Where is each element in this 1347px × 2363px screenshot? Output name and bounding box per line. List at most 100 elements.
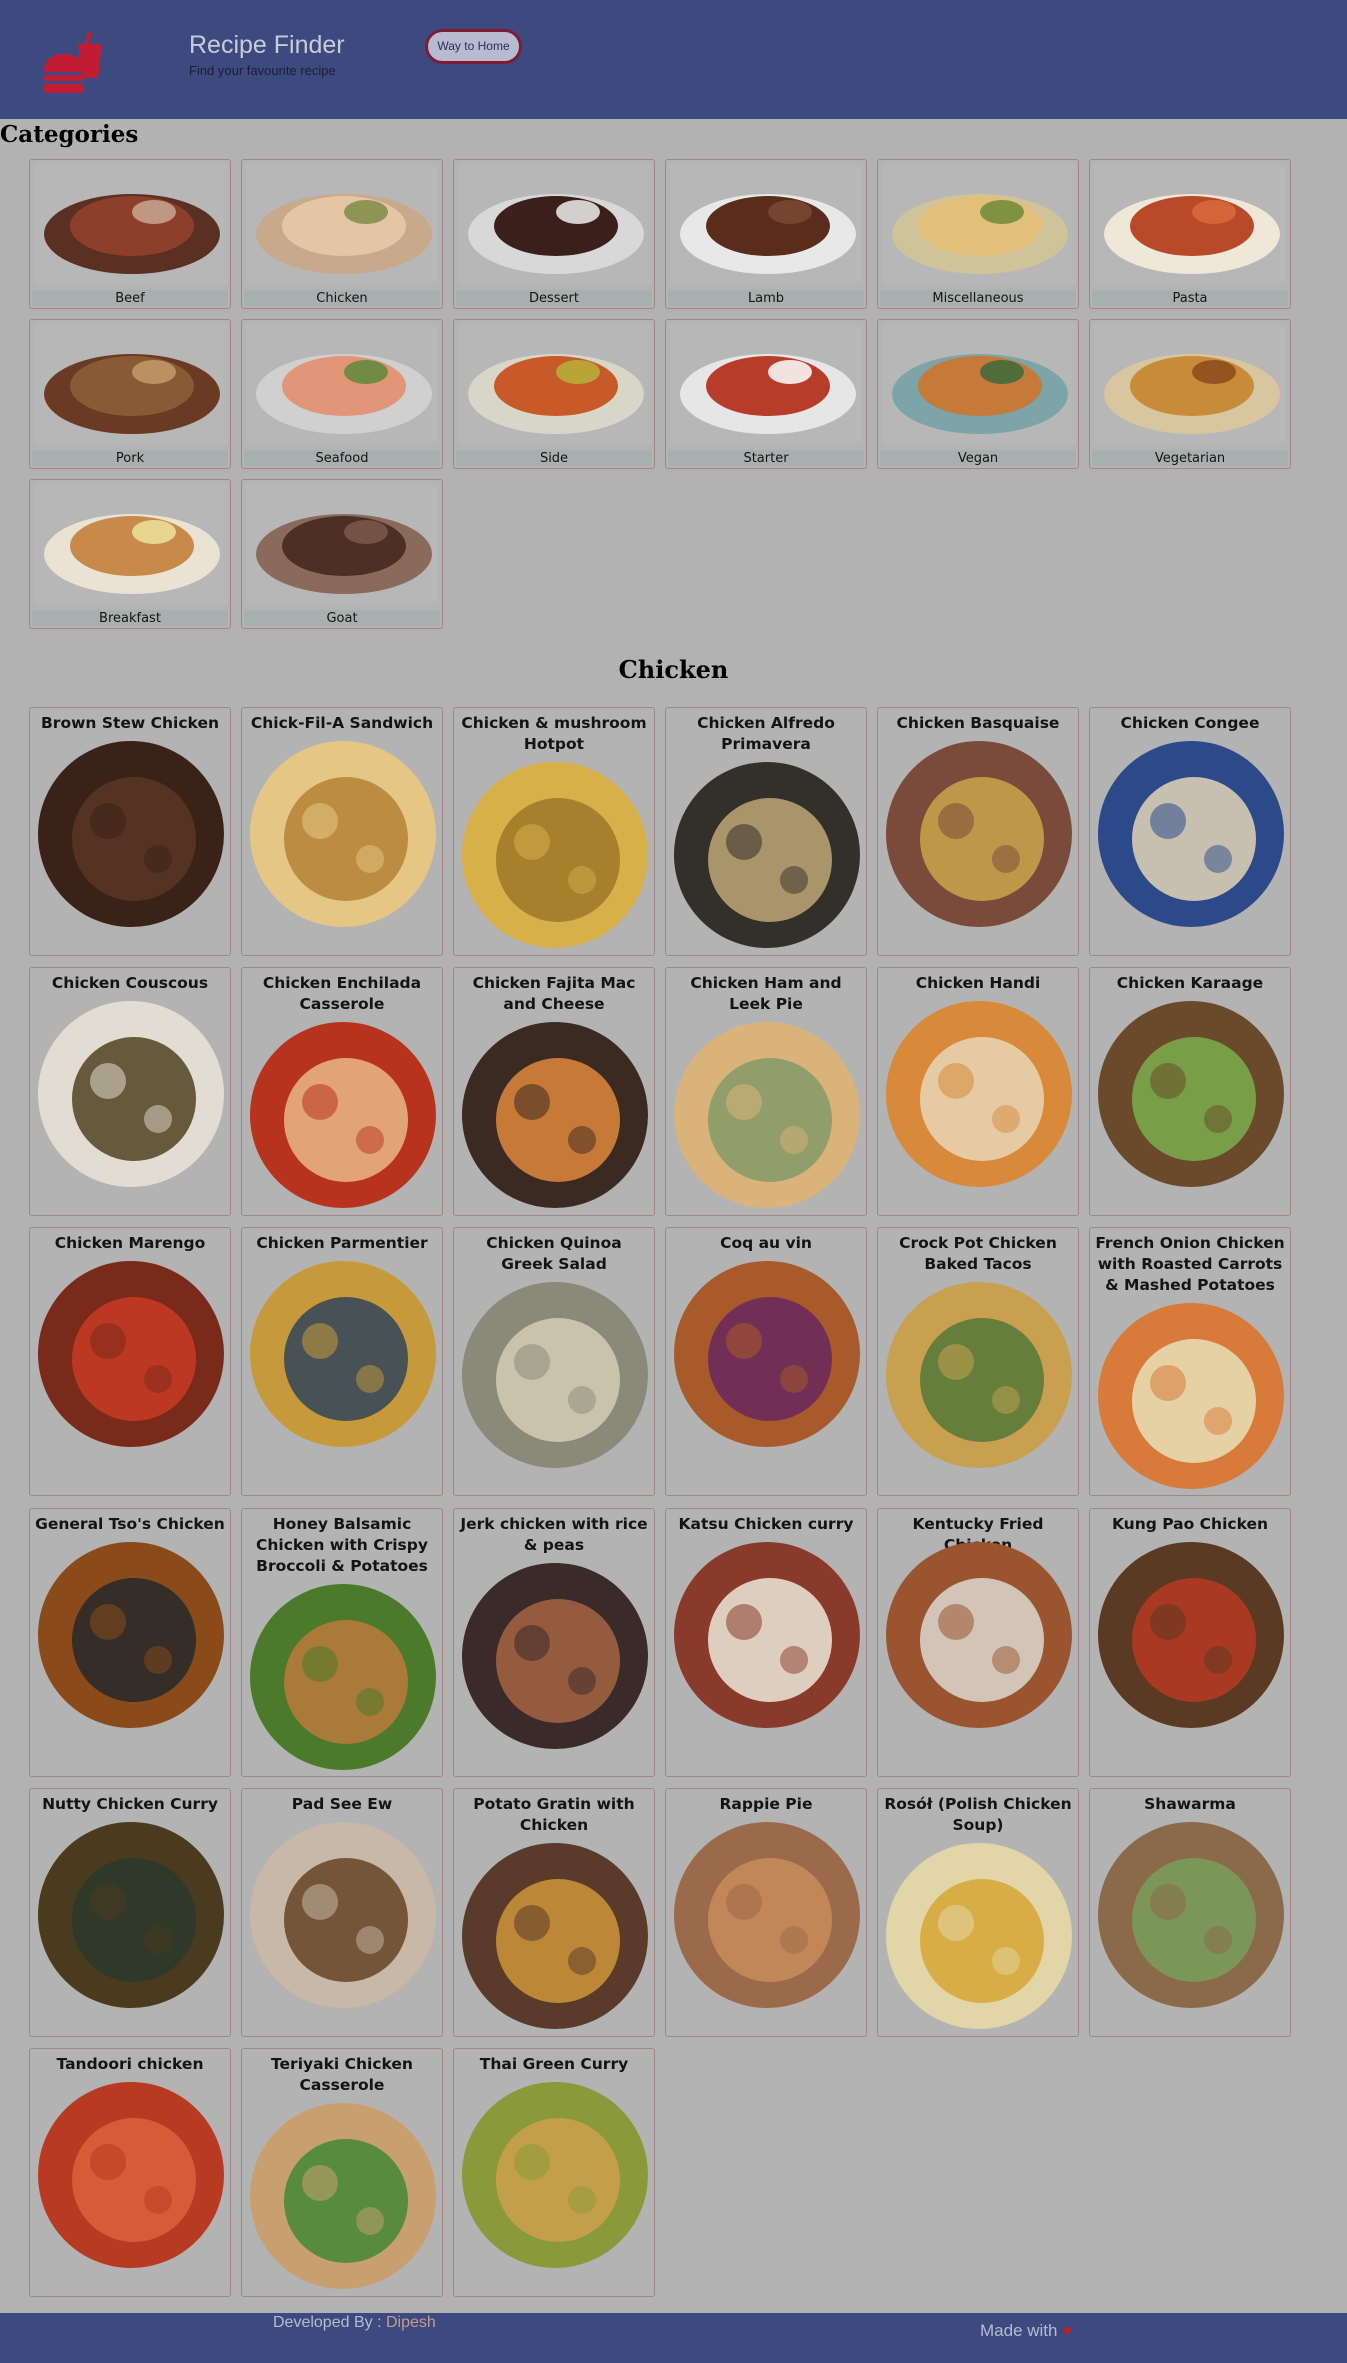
- meal-name: Rappie Pie: [719, 1795, 813, 1813]
- home-button[interactable]: Way to Home: [425, 29, 522, 64]
- meal-card[interactable]: Chick-Fil-A Sandwich: [241, 707, 443, 956]
- category-label: Chicken: [316, 291, 368, 306]
- meal-name: Jerk chicken with rice & peas: [460, 1515, 648, 1554]
- category-card[interactable]: Dessert: [453, 159, 655, 309]
- meal-card[interactable]: Thai Green Curry: [453, 2048, 655, 2297]
- category-card[interactable]: Lamb: [665, 159, 867, 309]
- category-card[interactable]: Side: [453, 319, 655, 469]
- meal-card[interactable]: Potato Gratin with Chicken: [453, 1788, 655, 2037]
- category-card[interactable]: Vegetarian: [1089, 319, 1291, 469]
- meal-card[interactable]: Chicken Handi: [877, 967, 1079, 1216]
- meal-name: Chicken Marengo: [54, 1234, 206, 1252]
- meal-image: [250, 1584, 436, 1770]
- meal-card[interactable]: Chicken Fajita Mac and Cheese: [453, 967, 655, 1216]
- category-card[interactable]: Breakfast: [29, 479, 231, 629]
- meal-name: Chicken Enchilada Casserole: [262, 974, 422, 1013]
- category-image: [670, 324, 863, 444]
- meal-card[interactable]: Chicken Quinoa Greek Salad: [453, 1227, 655, 1496]
- meal-card[interactable]: Chicken & mushroom Hotpot: [453, 707, 655, 956]
- meal-card[interactable]: French Onion Chicken with Roasted Carrot…: [1089, 1227, 1291, 1496]
- category-card[interactable]: Goat: [241, 479, 443, 629]
- meal-card[interactable]: Nutty Chicken Curry: [29, 1788, 231, 2037]
- category-card[interactable]: Chicken: [241, 159, 443, 309]
- category-image: [34, 324, 227, 444]
- meal-card[interactable]: Chicken Enchilada Casserole: [241, 967, 443, 1216]
- meal-card[interactable]: Chicken Parmentier: [241, 1227, 443, 1496]
- meal-image: [38, 2082, 224, 2268]
- meal-image: [38, 741, 224, 927]
- category-card[interactable]: Vegan: [877, 319, 1079, 469]
- meal-card[interactable]: Kung Pao Chicken: [1089, 1508, 1291, 1777]
- category-card[interactable]: Miscellaneous: [877, 159, 1079, 309]
- meal-name: Chicken Alfredo Primavera: [697, 714, 835, 753]
- meal-name: Chicken Ham and Leek Pie: [690, 974, 842, 1013]
- meal-card[interactable]: Chicken Ham and Leek Pie: [665, 967, 867, 1216]
- meal-image: [674, 1822, 860, 2008]
- category-card[interactable]: Beef: [29, 159, 231, 309]
- category-image: [882, 324, 1075, 444]
- categories-heading: Categories: [0, 121, 139, 148]
- made-with-label: Made with: [980, 2321, 1058, 2340]
- category-label: Dessert: [529, 291, 579, 306]
- meal-card[interactable]: Chicken Basquaise: [877, 707, 1079, 956]
- meal-image: [886, 1001, 1072, 1187]
- meal-image: [462, 1282, 648, 1468]
- meal-card[interactable]: Brown Stew Chicken: [29, 707, 231, 956]
- meal-card[interactable]: Chicken Congee: [1089, 707, 1291, 956]
- meal-card[interactable]: Rappie Pie: [665, 1788, 867, 2037]
- meal-name: Chicken Quinoa Greek Salad: [486, 1234, 622, 1273]
- meal-name: Chicken Couscous: [51, 974, 209, 992]
- meal-image: [886, 1282, 1072, 1468]
- meal-name: Chicken Parmentier: [256, 1234, 428, 1252]
- category-image: [882, 164, 1075, 284]
- category-card[interactable]: Pasta: [1089, 159, 1291, 309]
- category-label: Pork: [115, 451, 145, 466]
- meal-name: Brown Stew Chicken: [40, 714, 219, 732]
- meal-image: [462, 2082, 648, 2268]
- category-label: Beef: [115, 291, 145, 306]
- meal-card[interactable]: Pad See Ew: [241, 1788, 443, 2037]
- meal-image: [462, 1022, 648, 1208]
- category-card[interactable]: Starter: [665, 319, 867, 469]
- meal-name: Chicken Congee: [1120, 714, 1260, 732]
- category-label: Lamb: [747, 291, 785, 306]
- meal-card[interactable]: Kentucky Fried Chicken: [877, 1508, 1079, 1777]
- app-subtitle: Find your favourite recipe: [189, 63, 336, 78]
- meal-image: [250, 1022, 436, 1208]
- meal-card[interactable]: Chicken Karaage: [1089, 967, 1291, 1216]
- category-label: Vegan: [957, 451, 999, 466]
- meal-card[interactable]: Teriyaki Chicken Casserole: [241, 2048, 443, 2297]
- meal-card[interactable]: Katsu Chicken curry: [665, 1508, 867, 1777]
- made-with-note: Made with ♥: [980, 2321, 1072, 2341]
- meal-image: [38, 1261, 224, 1447]
- meal-image: [1098, 1001, 1284, 1187]
- category-label: Miscellaneous: [932, 291, 1024, 306]
- meal-image: [462, 762, 648, 948]
- category-card[interactable]: Pork: [29, 319, 231, 469]
- meal-card[interactable]: Honey Balsamic Chicken with Crispy Brocc…: [241, 1508, 443, 1777]
- developer-credit: Developed By : Dipesh: [273, 2314, 436, 2332]
- burger-drink-logo-icon[interactable]: [40, 30, 108, 98]
- developer-link[interactable]: Dipesh: [386, 2314, 436, 2331]
- meal-card[interactable]: Jerk chicken with rice & peas: [453, 1508, 655, 1777]
- meal-card[interactable]: Tandoori chicken: [29, 2048, 231, 2297]
- meal-image: [38, 1001, 224, 1187]
- meal-card[interactable]: Shawarma: [1089, 1788, 1291, 2037]
- meal-card[interactable]: General Tso's Chicken: [29, 1508, 231, 1777]
- meal-card[interactable]: Rosół (Polish Chicken Soup): [877, 1788, 1079, 2037]
- meal-card[interactable]: Chicken Couscous: [29, 967, 231, 1216]
- meal-image: [250, 1261, 436, 1447]
- meal-name: Crock Pot Chicken Baked Tacos: [899, 1234, 1057, 1273]
- meal-name: Chicken Fajita Mac and Cheese: [472, 974, 636, 1013]
- meal-image: [674, 1542, 860, 1728]
- category-image: [246, 484, 439, 604]
- meal-card[interactable]: Coq au vin: [665, 1227, 867, 1496]
- meal-card[interactable]: Chicken Marengo: [29, 1227, 231, 1496]
- meal-name: French Onion Chicken with Roasted Carrot…: [1095, 1234, 1285, 1294]
- meal-image: [1098, 1542, 1284, 1728]
- meal-card[interactable]: Crock Pot Chicken Baked Tacos: [877, 1227, 1079, 1496]
- meal-image: [462, 1563, 648, 1749]
- meal-card[interactable]: Chicken Alfredo Primavera: [665, 707, 867, 956]
- category-card[interactable]: Seafood: [241, 319, 443, 469]
- meal-name: Chicken Handi: [915, 974, 1041, 992]
